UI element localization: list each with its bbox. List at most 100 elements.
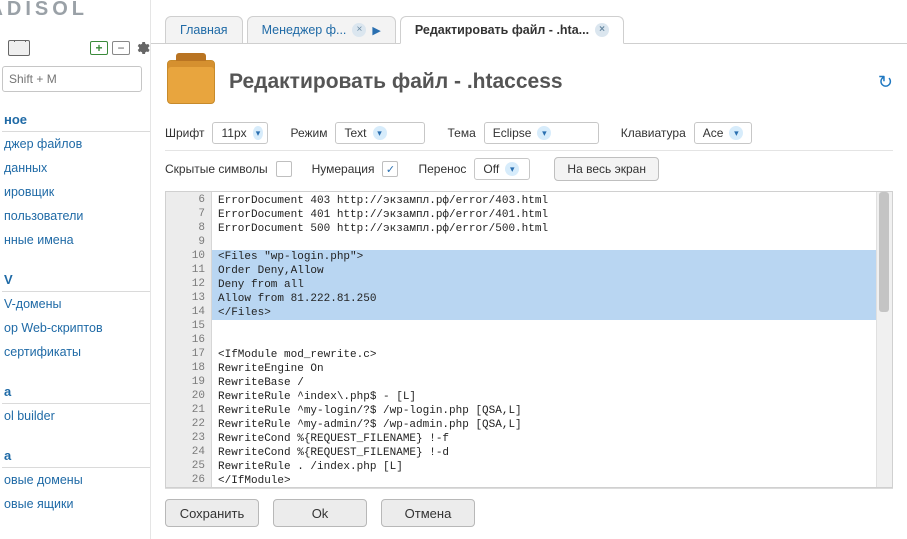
main-panel: Главная Менеджер ф... × ▶ Редактировать файл… <box>150 0 907 539</box>
code-line[interactable]: <Files "wp-login.php"> <box>212 250 876 264</box>
font-dropdown[interactable]: 11px ▾ <box>212 122 268 144</box>
sidebar-item[interactable]: сертификаты <box>2 340 150 364</box>
sidebar-item[interactable]: ировщик <box>2 180 150 204</box>
invisibles-label: Скрытые символы <box>165 162 268 176</box>
sidebar-item[interactable]: ol builder <box>2 404 150 428</box>
page-title: Редактировать файл - .htaccess <box>229 70 563 94</box>
search-input[interactable] <box>2 66 142 92</box>
line-number: 6 <box>166 194 211 208</box>
editor-toolbar-2: Скрытые символы Нумерация ✓ Перенос Off … <box>165 150 893 187</box>
fullscreen-button[interactable]: На весь экран <box>554 157 659 181</box>
code-line[interactable]: ErrorDocument 500 http://экзампл.рф/erro… <box>218 222 876 236</box>
code-line[interactable]: RewriteRule ^index\.php$ - [L] <box>218 390 876 404</box>
tab-label: Менеджер ф... <box>262 23 347 37</box>
editor-toolbar-1: Шрифт 11px ▾ Режим Text ▾ Тема Eclipse ▾… <box>165 122 893 150</box>
code-line[interactable]: </IfModule> <box>218 474 876 488</box>
chevron-down-icon: ▾ <box>253 126 264 140</box>
font-value: 11px <box>221 126 246 140</box>
line-number: 12 <box>166 278 211 292</box>
add-icon[interactable]: + <box>90 41 108 55</box>
code-line[interactable] <box>218 236 876 250</box>
code-line[interactable]: RewriteEngine On <box>218 362 876 376</box>
save-button[interactable]: Сохранить <box>165 499 259 527</box>
code-line[interactable]: Allow from 81.222.81.250 <box>212 292 876 306</box>
mode-value: Text <box>344 126 366 140</box>
scrollbar-thumb[interactable] <box>879 192 889 312</box>
remove-icon[interactable]: − <box>112 41 130 55</box>
line-number: 8 <box>166 222 211 236</box>
theme-dropdown[interactable]: Eclipse ▾ <box>484 122 599 144</box>
sidebar-item[interactable]: овые ящики <box>2 492 150 516</box>
code-line[interactable]: RewriteBase / <box>218 376 876 390</box>
sidebar: + − ноеджер файловданныхировщикпользоват… <box>0 40 150 539</box>
sidebar-group-title: a <box>2 380 150 404</box>
keyboard-dropdown[interactable]: Ace ▾ <box>694 122 752 144</box>
tab[interactable]: Главная <box>165 16 243 44</box>
code-line[interactable]: RewriteCond %{REQUEST_FILENAME} !-d <box>218 446 876 460</box>
code-line[interactable] <box>218 334 876 348</box>
sidebar-item[interactable]: джер файлов <box>2 132 150 156</box>
code-line[interactable]: Order Deny,Allow <box>212 264 876 278</box>
sidebar-item[interactable]: овые домены <box>2 468 150 492</box>
line-number: 7 <box>166 208 211 222</box>
gear-icon[interactable] <box>134 40 150 56</box>
chevron-down-icon: ▾ <box>537 126 551 140</box>
tab[interactable]: Менеджер ф... × ▶ <box>247 16 396 44</box>
code-line[interactable]: </Files> <box>212 306 876 320</box>
wrap-dropdown[interactable]: Off ▾ <box>474 158 530 180</box>
tabs-bar: Главная Менеджер ф... × ▶ Редактировать файл… <box>151 0 907 44</box>
line-number: 23 <box>166 432 211 446</box>
code-line[interactable]: RewriteRule ^my-admin/?$ /wp-admin.php [… <box>218 418 876 432</box>
file-icon <box>167 60 215 104</box>
close-icon[interactable]: × <box>595 23 609 37</box>
sidebar-item[interactable]: нные имена <box>2 228 150 252</box>
tab-label: Главная <box>180 23 228 37</box>
line-number: 18 <box>166 362 211 376</box>
line-number: 20 <box>166 390 211 404</box>
code-line[interactable]: Deny from all <box>212 278 876 292</box>
code-line[interactable] <box>218 320 876 334</box>
wrap-value: Off <box>483 162 499 176</box>
tab[interactable]: Редактировать файл - .hta... × <box>400 16 624 44</box>
refresh-icon[interactable]: ↻ <box>878 72 893 93</box>
sidebar-item[interactable]: данных <box>2 156 150 180</box>
sidebar-group-title: ное <box>2 108 150 132</box>
line-number: 17 <box>166 348 211 362</box>
close-icon[interactable]: × <box>352 23 366 37</box>
sidebar-group-title: a <box>2 444 150 468</box>
line-number: 19 <box>166 376 211 390</box>
sidebar-item[interactable]: ор Web-скриптов <box>2 316 150 340</box>
line-number: 21 <box>166 404 211 418</box>
editor-scrollbar[interactable] <box>876 192 892 487</box>
chevron-down-icon: ▾ <box>505 162 519 176</box>
code-area[interactable]: ErrorDocument 403 http://экзампл.рф/erro… <box>212 192 876 487</box>
mode-dropdown[interactable]: Text ▾ <box>335 122 425 144</box>
code-line[interactable]: RewriteRule ^my-login/?$ /wp-login.php [… <box>218 404 876 418</box>
line-number: 24 <box>166 446 211 460</box>
briefcase-icon <box>8 40 30 56</box>
numbering-checkbox[interactable]: ✓ <box>382 161 398 177</box>
line-number: 10 <box>166 250 211 264</box>
line-number: 26 <box>166 474 211 488</box>
ok-button[interactable]: Ok <box>273 499 367 527</box>
code-line[interactable]: <IfModule mod_rewrite.c> <box>218 348 876 362</box>
chevron-down-icon: ▾ <box>729 126 743 140</box>
sidebar-group-title: рументы <box>2 532 150 539</box>
sidebar-item[interactable]: V-домены <box>2 292 150 316</box>
code-line[interactable]: RewriteRule . /index.php [L] <box>218 460 876 474</box>
theme-value: Eclipse <box>493 126 532 140</box>
line-number: 25 <box>166 460 211 474</box>
code-line[interactable]: RewriteCond %{REQUEST_FILENAME} !-f <box>218 432 876 446</box>
sidebar-item[interactable]: пользователи <box>2 204 150 228</box>
code-editor[interactable]: 6789101112131415161718192021222324252627… <box>165 191 893 488</box>
keyboard-value: Ace <box>703 126 724 140</box>
tab-label: Редактировать файл - .hta... <box>415 23 589 37</box>
line-number: 13 <box>166 292 211 306</box>
invisibles-checkbox[interactable] <box>276 161 292 177</box>
code-line[interactable]: ErrorDocument 403 http://экзампл.рф/erro… <box>218 194 876 208</box>
line-number: 14 <box>166 306 211 320</box>
chevron-right-icon: ▶ <box>372 24 380 37</box>
code-line[interactable]: ErrorDocument 401 http://экзампл.рф/erro… <box>218 208 876 222</box>
cancel-button[interactable]: Отмена <box>381 499 475 527</box>
mode-label: Режим <box>290 126 327 140</box>
